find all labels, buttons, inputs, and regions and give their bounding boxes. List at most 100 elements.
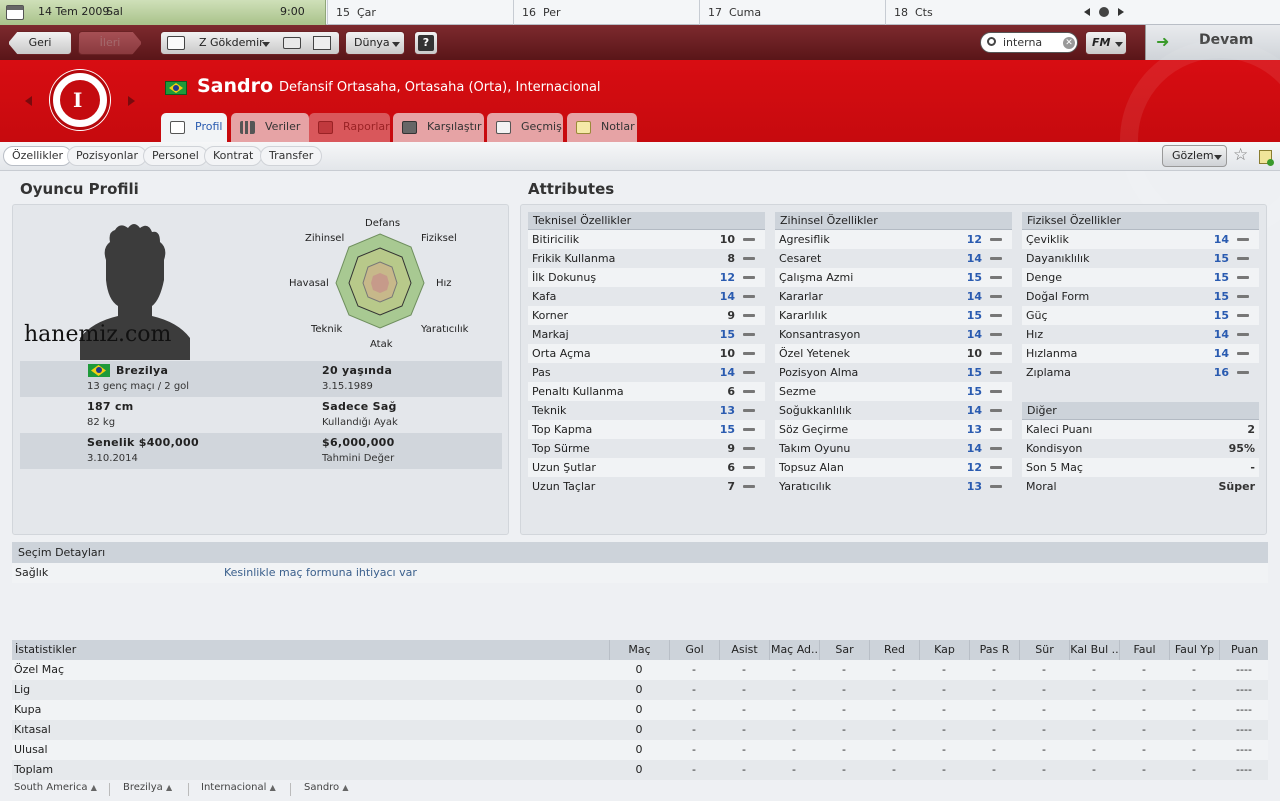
stats-column-header[interactable]: Faul [1119, 640, 1169, 660]
calendar-day[interactable]: 16 Per [513, 0, 699, 25]
stats-row[interactable]: Kıtasal 0- - - - - - - - - - - ---- [12, 720, 1268, 740]
attribute-row[interactable]: Konsantrasyon 14 [775, 325, 1012, 344]
stats-row[interactable]: Toplam 0- - - - - - - - - - - ---- [12, 760, 1268, 780]
stats-column-header[interactable]: Red [869, 640, 919, 660]
search-input[interactable]: interna [1003, 36, 1042, 49]
news-icon[interactable] [313, 36, 331, 50]
attribute-row[interactable]: Kararlar 14 [775, 287, 1012, 306]
attribute-row[interactable]: Bitiricilik 10 [528, 230, 765, 249]
calendar-prev-icon[interactable] [1084, 8, 1090, 16]
prev-player-icon[interactable] [25, 96, 32, 106]
calendar-day[interactable]: 18 Cts [885, 0, 1071, 25]
stats-column-header[interactable]: Sür [1019, 640, 1069, 660]
tab-raporlar[interactable]: Raporlar [309, 113, 390, 142]
stats-row[interactable]: Kupa 0- - - - - - - - - - - ---- [12, 700, 1268, 720]
attribute-row[interactable]: Yaratıcılık 13 [775, 477, 1012, 496]
breadcrumb-continent[interactable]: South America ▲ [14, 782, 97, 793]
attribute-row[interactable]: Takım Oyunu 14 [775, 439, 1012, 458]
calendar-day[interactable]: 17 Cuma [699, 0, 885, 25]
tab-karsilastir[interactable]: Karşılaştır [393, 113, 484, 142]
manager-menu[interactable]: Z Gökdemir [160, 31, 340, 55]
attribute-row[interactable]: Cesaret 14 [775, 249, 1012, 268]
subtab-kontrat[interactable]: Kontrat [204, 146, 263, 166]
attribute-row[interactable]: Kaleci Puanı 2 [1022, 420, 1259, 439]
attribute-row[interactable]: Güç 15 [1022, 306, 1259, 325]
attribute-row[interactable]: İlk Dokunuş 12 [528, 268, 765, 287]
next-player-icon[interactable] [128, 96, 135, 106]
tab-notlar[interactable]: Notlar [567, 113, 637, 142]
subtab-ozellikler[interactable]: Özellikler [3, 146, 73, 166]
attribute-row[interactable]: Denge 15 [1022, 268, 1259, 287]
nation[interactable]: Brezilya [116, 364, 168, 377]
attribute-row[interactable]: Hız 14 [1022, 325, 1259, 344]
attribute-row[interactable]: Penaltı Kullanma 6 [528, 382, 765, 401]
subtab-personel[interactable]: Personel [143, 146, 208, 166]
wage[interactable]: Senelik $400,000 [87, 436, 199, 449]
stats-column-header[interactable]: Sar [819, 640, 869, 660]
world-menu[interactable]: Dünya [345, 31, 405, 55]
fm-menu-button[interactable]: FM [1085, 31, 1127, 55]
attribute-row[interactable]: Çalışma Azmi 15 [775, 268, 1012, 287]
attribute-row[interactable]: Doğal Form 15 [1022, 287, 1259, 306]
attribute-row[interactable]: Uzun Şutlar 6 [528, 458, 765, 477]
stats-column-header[interactable]: Gol [669, 640, 719, 660]
attribute-row[interactable]: Özel Yetenek 10 [775, 344, 1012, 363]
attribute-row[interactable]: Markaj 15 [528, 325, 765, 344]
attribute-row[interactable]: Çeviklik 14 [1022, 230, 1259, 249]
stats-column-header[interactable]: Puan [1219, 640, 1269, 660]
stats-column-header[interactable]: Asist [719, 640, 769, 660]
help-button[interactable]: ? [414, 31, 438, 55]
add-note-icon[interactable] [1259, 150, 1274, 166]
subtab-pozisyonlar[interactable]: Pozisyonlar [67, 146, 148, 166]
stats-column-header[interactable]: Pas R [969, 640, 1019, 660]
stats-column-header[interactable]: Kal Bul .. [1069, 640, 1119, 660]
home-icon[interactable] [167, 36, 185, 50]
clear-search-icon[interactable]: ✕ [1063, 37, 1075, 49]
attribute-row[interactable]: Söz Geçirme 13 [775, 420, 1012, 439]
attribute-row[interactable]: Kondisyon 95% [1022, 439, 1259, 458]
forward-button[interactable]: İleri [78, 31, 142, 55]
attribute-row[interactable]: Soğukkanlılık 14 [775, 401, 1012, 420]
attribute-row[interactable]: Sezme 15 [775, 382, 1012, 401]
attribute-row[interactable]: Dayanıklılık 15 [1022, 249, 1259, 268]
attribute-row[interactable]: Hızlanma 14 [1022, 344, 1259, 363]
stats-column-header[interactable]: Maç [609, 640, 669, 660]
attribute-row[interactable]: Pozisyon Alma 15 [775, 363, 1012, 382]
search-box[interactable]: interna ✕ [980, 32, 1078, 53]
attribute-row[interactable]: Orta Açma 10 [528, 344, 765, 363]
attribute-row[interactable]: Frikik Kullanma 8 [528, 249, 765, 268]
club-logo[interactable]: I [50, 70, 110, 130]
attribute-row[interactable]: Son 5 Maç - [1022, 458, 1259, 477]
subtab-transfer[interactable]: Transfer [260, 146, 323, 166]
tab-profil[interactable]: Profil [161, 113, 227, 142]
inbox-icon[interactable] [283, 37, 301, 49]
stats-column-header[interactable]: Kap [919, 640, 969, 660]
calendar-next-icon[interactable] [1118, 8, 1124, 16]
attribute-row[interactable]: Pas 14 [528, 363, 765, 382]
attribute-row[interactable]: Top Kapma 15 [528, 420, 765, 439]
tab-veriler[interactable]: Veriler [231, 113, 309, 142]
breadcrumb-player[interactable]: Sandro ▲ [304, 782, 349, 793]
attribute-row[interactable]: Kafa 14 [528, 287, 765, 306]
calendar-today[interactable]: 14 Tem 2009 Sal 9:00 [0, 0, 326, 25]
view-dropdown[interactable]: Gözlem [1162, 145, 1227, 167]
calendar-day[interactable]: 15 Çar [327, 0, 513, 25]
attribute-row[interactable]: Top Sürme 9 [528, 439, 765, 458]
attribute-row[interactable]: Teknik 13 [528, 401, 765, 420]
attribute-row[interactable]: Zıplama 16 [1022, 363, 1259, 382]
star-icon[interactable]: ☆ [1233, 145, 1248, 165]
stats-row[interactable]: Özel Maç 0- - - - - - - - - - - ---- [12, 660, 1268, 680]
calendar-today-dot-icon[interactable] [1099, 7, 1109, 17]
attribute-row[interactable]: Topsuz Alan 12 [775, 458, 1012, 477]
tab-gecmis[interactable]: Geçmiş [487, 113, 563, 142]
stats-column-header[interactable]: Faul Yp [1169, 640, 1219, 660]
stats-column-header[interactable]: Maç Ad.. [769, 640, 819, 660]
attribute-row[interactable]: Uzun Taçlar 7 [528, 477, 765, 496]
breadcrumb-nation[interactable]: Brezilya ▲ [123, 782, 172, 793]
calendar-icon[interactable] [6, 5, 24, 20]
attribute-row[interactable]: Kararlılık 15 [775, 306, 1012, 325]
breadcrumb-club[interactable]: Internacional ▲ [201, 782, 276, 793]
stats-row[interactable]: Ulusal 0- - - - - - - - - - - ---- [12, 740, 1268, 760]
back-button[interactable]: Geri [8, 31, 72, 55]
attribute-row[interactable]: Agresiflik 12 [775, 230, 1012, 249]
